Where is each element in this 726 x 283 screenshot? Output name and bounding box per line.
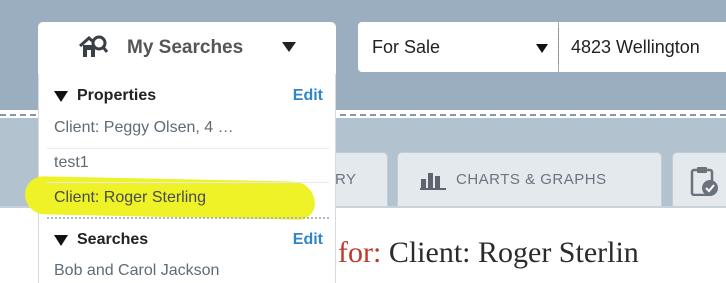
triangle-down-icon — [54, 234, 68, 246]
my-searches-button[interactable]: My Searches — [38, 22, 336, 74]
bar-chart-icon — [420, 173, 446, 190]
section-divider — [47, 217, 329, 219]
searches-edit-link[interactable]: Edit — [293, 231, 323, 249]
my-searches-dropdown: Properties Edit Client: Peggy Olsen, 4 …… — [24, 74, 336, 283]
search-item[interactable]: Bob and Carol Jackson — [54, 262, 219, 280]
item-divider — [47, 182, 329, 183]
my-searches-label: My Searches — [127, 37, 244, 58]
heading-client-name: Client: Roger Sterlin — [388, 236, 639, 269]
chevron-down-icon — [282, 42, 296, 52]
searches-title: Searches — [77, 231, 149, 248]
status-select-value: For Sale — [372, 37, 441, 57]
properties-edit-link[interactable]: Edit — [293, 87, 323, 105]
properties-section-header[interactable]: Properties — [54, 87, 156, 105]
heading-prefix: for: — [338, 236, 382, 269]
tab-charts-graphs[interactable]: CHARTS & GRAPHS — [397, 152, 662, 206]
clipboard-check-icon — [690, 167, 718, 196]
status-caret-icon — [536, 44, 548, 53]
address-search-input[interactable] — [559, 22, 726, 72]
house-search-icon — [79, 35, 108, 57]
tab-report[interactable] — [672, 152, 726, 206]
listing-status-select[interactable]: For Sale — [358, 22, 558, 72]
property-item-selected[interactable]: Client: Roger Sterling — [54, 189, 206, 207]
searches-section-header[interactable]: Searches — [54, 231, 148, 249]
tab-charts-label: CHARTS & GRAPHS — [456, 171, 607, 188]
property-item[interactable]: test1 — [54, 154, 89, 172]
tab-summary-label: RY — [335, 171, 357, 188]
property-item[interactable]: Client: Peggy Olsen, 4 … — [54, 119, 234, 137]
properties-title: Properties — [77, 87, 157, 104]
page-heading: for: Client: Roger Sterlin — [338, 236, 639, 270]
triangle-down-icon — [54, 90, 68, 102]
item-divider — [47, 148, 329, 149]
